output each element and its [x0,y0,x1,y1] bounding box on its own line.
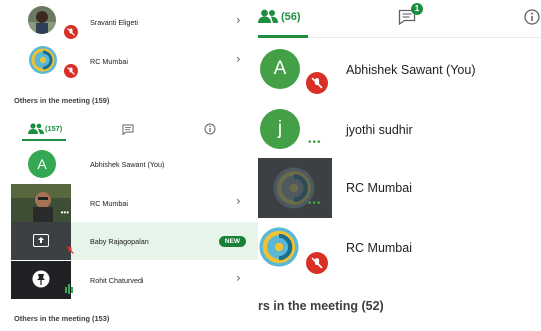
active-tab-indicator [22,139,66,141]
active-tab-indicator [258,35,308,38]
info-icon [524,9,540,25]
others-in-meeting-label: rs in the meeting (52) [258,299,384,313]
chevron-right-icon[interactable]: › [236,271,241,285]
people-count: (56) [281,11,301,23]
panel-tab-bar: (157) [10,119,256,141]
participant-row[interactable]: A Abhishek Sawant (You) [258,40,541,100]
unread-count-badge: 1 [411,3,423,15]
new-badge: NEW [219,236,246,247]
rc-logo-avatar [29,46,57,74]
others-in-meeting-label: Others in the meeting (153) [14,314,110,323]
avatar: A [28,150,56,178]
tab-people[interactable]: (56) [258,0,306,38]
rc-logo-avatar [259,227,299,267]
muted-mic-icon [64,64,78,78]
participant-name: Abhishek Sawant (You) [346,63,476,77]
participant-name: Abhishek Sawant (You) [90,160,165,169]
chevron-right-icon[interactable]: › [236,13,241,27]
muted-mic-icon [64,25,78,39]
participant-row[interactable]: Rohit Chaturvedi › [10,261,256,299]
participant-row[interactable]: A Abhishek Sawant (You) [10,145,256,183]
others-in-meeting-label: Others in the meeting (159) [14,96,110,105]
info-icon [204,123,216,135]
participant-name: Baby Rajagopalan [90,237,149,246]
panel-tab-bar: (56) 1 [258,0,541,38]
participant-row[interactable]: j ••• jyothi sudhir [258,100,541,160]
tab-info[interactable] [522,0,541,38]
people-icon [28,123,44,134]
chevron-right-icon[interactable]: › [236,194,241,208]
participant-row[interactable]: RC Mumbai › [10,42,256,80]
right-participants-panel: (56) 1 A Abhishek Sawant (You) j ••• jyo… [258,0,541,331]
participant-name: RC Mumbai [90,199,128,208]
participant-row[interactable]: RC Mumbai › [10,184,256,222]
participant-name: RC Mumbai [346,241,412,255]
tab-people[interactable]: (157) [28,119,72,141]
chat-icon [122,124,134,135]
participant-name: jyothi sudhir [346,123,413,137]
participant-name: Rohit Chaturvedi [90,276,144,285]
participant-row[interactable]: Sravanti Eligeti › [10,3,256,41]
participant-row[interactable]: RC Mumbai [258,158,541,218]
avatar: A [260,49,300,89]
chevron-right-icon[interactable]: › [236,52,241,66]
avatar [28,6,56,34]
participant-name: RC Mumbai [346,181,412,195]
more-options-icon[interactable]: ••• [308,137,322,148]
tab-info[interactable] [204,119,218,141]
participant-name: Sravanti Eligeti [90,18,138,27]
muted-mic-icon [306,72,328,94]
participant-name: RC Mumbai [90,57,128,66]
left-participants-panel: Sravanti Eligeti › RC Mumbai › Others in… [0,0,258,331]
tab-chat[interactable]: 1 [398,0,428,38]
participant-row[interactable]: RC Mumbai [258,218,541,278]
muted-mic-icon [306,252,328,274]
people-count: (157) [45,124,63,133]
avatar: j [260,109,300,149]
people-icon [258,9,278,23]
tab-chat[interactable] [122,119,136,141]
